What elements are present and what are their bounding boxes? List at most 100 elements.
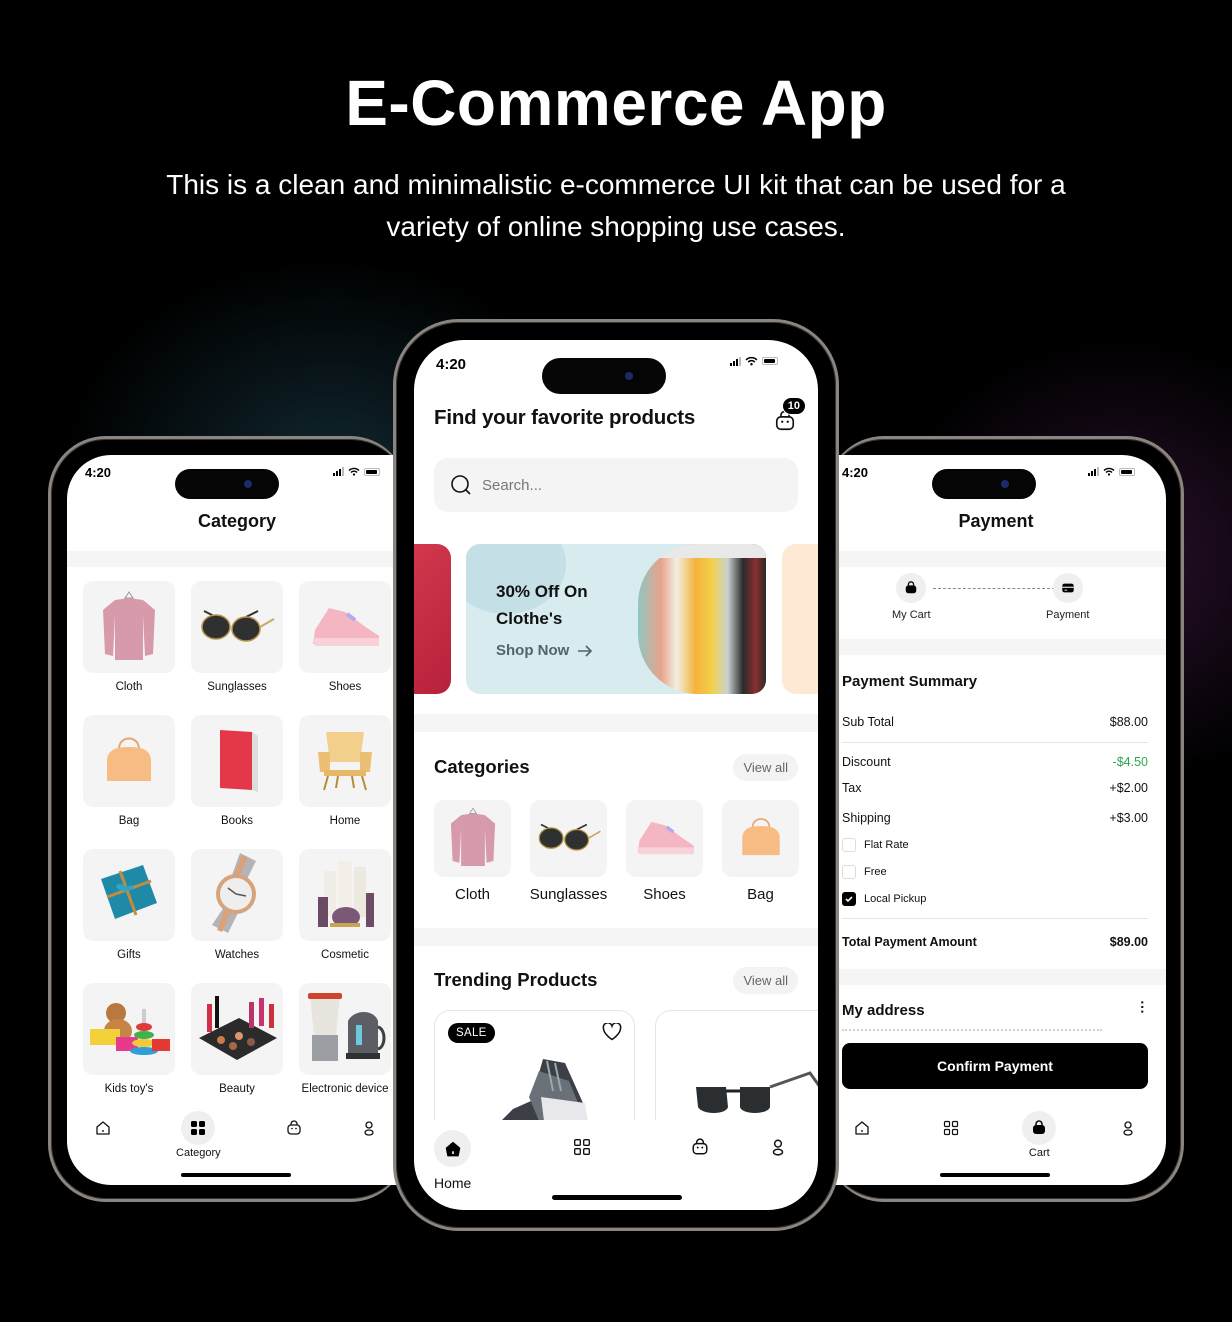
category-item[interactable]: Watches (191, 849, 283, 971)
nav-profile[interactable] (349, 1111, 389, 1145)
search-input[interactable] (482, 476, 762, 494)
home-icon (445, 1141, 460, 1156)
check-icon (845, 896, 853, 903)
category-tile (191, 849, 283, 941)
promo-carousel[interactable]: 30% Off On Clothe's Shop Now (414, 544, 818, 694)
nav-home[interactable]: Home (434, 1130, 474, 1191)
search-bar[interactable] (434, 458, 798, 512)
nav-category[interactable] (562, 1130, 602, 1164)
confirm-payment-button[interactable]: Confirm Payment (842, 1043, 1148, 1089)
category-label: Sunglasses (529, 886, 608, 903)
shipping-option[interactable]: Free (842, 865, 887, 879)
nav-home[interactable] (83, 1111, 123, 1145)
grid-icon (191, 1121, 206, 1135)
category-item[interactable]: Kids toy's (83, 983, 175, 1105)
view-all-categories-button[interactable]: View all (733, 754, 798, 781)
product-card[interactable]: SALE (434, 1010, 635, 1120)
sweater-image (447, 807, 498, 871)
nav-cart[interactable] (680, 1130, 720, 1164)
handbag-image (99, 729, 159, 794)
cosmetics-image (310, 853, 380, 938)
divider (842, 918, 1148, 919)
promo-text: 30% Off On Clothe's (496, 578, 588, 632)
category-item[interactable]: Sunglasses (530, 800, 607, 908)
nav-category[interactable]: Category (176, 1111, 221, 1159)
more-options-icon[interactable]: ⋯ (1135, 1000, 1151, 1014)
category-label: Cloth (454, 886, 491, 903)
category-label: Bag (118, 815, 140, 827)
heart-icon[interactable] (602, 1023, 622, 1041)
phone-category: 4:20 Category Cloth Sunglasses Shoes Bag Boo… (48, 436, 417, 1202)
category-item[interactable]: Electronic device (299, 983, 391, 1105)
category-tile (434, 800, 511, 877)
category-item[interactable]: Books (191, 715, 283, 837)
category-tile (191, 715, 283, 807)
category-row: Cloth Sunglasses Shoes Bag (434, 800, 799, 908)
sunglasses-image (696, 1071, 818, 1113)
category-item[interactable]: Cosmetic (299, 849, 391, 971)
nav-cart[interactable] (274, 1111, 314, 1145)
category-item[interactable]: Cloth (434, 800, 511, 908)
hero-title: E-Commerce App (345, 67, 887, 139)
signal-icon (333, 467, 344, 476)
address-title: My address (842, 1002, 925, 1019)
bottom-nav: Cart (842, 1111, 1148, 1159)
step-label: Payment (1046, 609, 1090, 621)
search-icon (451, 475, 471, 495)
nav-home[interactable] (842, 1111, 882, 1145)
category-item[interactable]: Shoes (299, 581, 391, 703)
category-item[interactable]: Home (299, 715, 391, 837)
bag-icon (692, 1138, 708, 1155)
category-tile (83, 983, 175, 1075)
categories-heading: Categories (434, 756, 530, 777)
checkbox[interactable] (842, 892, 856, 906)
category-label: Beauty (219, 1083, 255, 1095)
category-item[interactable]: Beauty (191, 983, 283, 1105)
nav-cart[interactable]: Cart (1019, 1111, 1059, 1159)
category-label: Cosmetic (321, 949, 369, 961)
promo-banner[interactable]: 30% Off On Clothe's Shop Now (466, 544, 766, 694)
nav-profile[interactable] (1108, 1111, 1148, 1145)
category-item[interactable]: Bag (722, 800, 799, 908)
row-label: Shipping (842, 811, 891, 825)
wifi-icon (745, 356, 758, 366)
showcase: E-Commerce App This is a clean and minim… (0, 0, 1232, 1322)
category-item[interactable]: Cloth (83, 581, 175, 703)
signal-icon (1088, 467, 1099, 476)
category-item[interactable]: Sunglasses (191, 581, 283, 703)
category-tile (191, 581, 283, 673)
step-payment[interactable]: Payment (1046, 573, 1089, 621)
option-label: Flat Rate (864, 839, 909, 851)
nav-category-label: Category (176, 1147, 221, 1159)
promo-line-2: Clothe's (496, 609, 563, 628)
category-label: Kids toy's (104, 1083, 154, 1095)
category-tile (299, 849, 391, 941)
category-item[interactable]: Gifts (83, 849, 175, 971)
category-label: Bag (747, 886, 774, 903)
nav-profile[interactable] (758, 1130, 798, 1164)
checkbox[interactable] (842, 838, 856, 852)
sunglasses-image (198, 605, 276, 650)
promo-banner-previous[interactable] (414, 544, 451, 694)
trending-products: SALE (434, 1010, 818, 1120)
status-icons (1088, 467, 1135, 476)
category-tile (626, 800, 703, 877)
checkbox[interactable] (842, 865, 856, 879)
handbag-image (735, 811, 786, 866)
home-screen: 4:20 Find your favorite products 10 Sear… (414, 340, 818, 1210)
shop-now-link[interactable]: Shop Now (496, 642, 593, 659)
shipping-option[interactable]: Local Pickup (842, 892, 926, 906)
battery-icon (364, 467, 380, 476)
shipping-option[interactable]: Flat Rate (842, 838, 909, 852)
toys-image (86, 995, 172, 1064)
product-card[interactable] (655, 1010, 818, 1120)
nav-category[interactable] (931, 1111, 971, 1145)
category-label: Electronic device (301, 1083, 389, 1095)
category-item[interactable]: Bag (83, 715, 175, 837)
view-all-trending-button[interactable]: View all (733, 967, 798, 994)
row-label: Discount (842, 755, 891, 769)
category-label: Home (329, 815, 361, 827)
category-item[interactable]: Shoes (626, 800, 703, 908)
promo-banner-next[interactable] (782, 544, 818, 694)
step-my-cart[interactable]: My Cart (892, 573, 931, 621)
